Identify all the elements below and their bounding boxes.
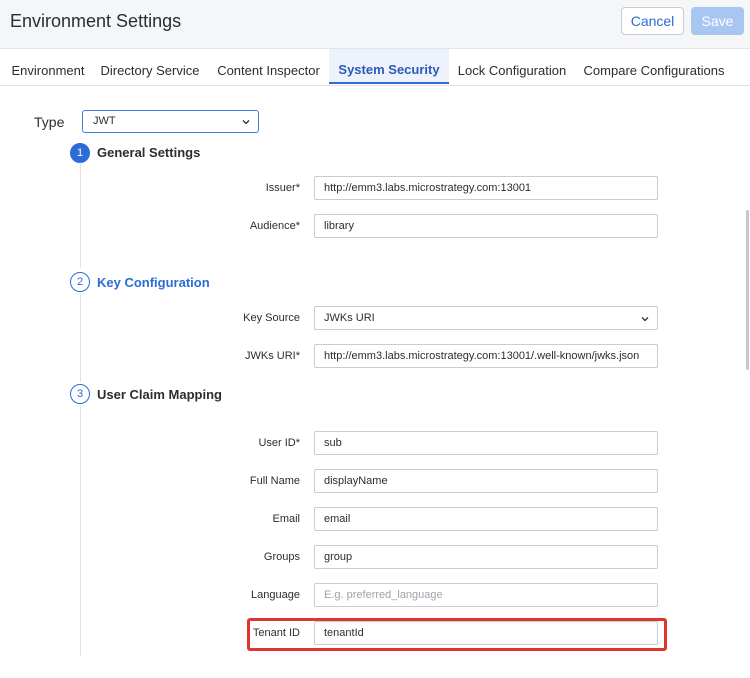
audience-label: Audience* (249, 220, 300, 232)
tab-directory-service[interactable]: Directory Service (92, 49, 208, 84)
tab-bar: Environment Directory Service Content In… (0, 49, 750, 86)
tab-environment[interactable]: Environment (4, 49, 92, 84)
audience-input[interactable]: library (314, 214, 658, 238)
full-name-input[interactable]: displayName (314, 469, 658, 493)
save-button[interactable]: Save (691, 7, 744, 35)
scrollbar-thumb[interactable] (746, 210, 749, 370)
jwks-uri-value: http://emm3.labs.microstrategy.com:13001… (324, 350, 640, 362)
email-label: Email (272, 513, 300, 525)
groups-label: Groups (263, 551, 300, 563)
tab-content-inspector[interactable]: Content Inspector (208, 49, 329, 84)
full-name-value: displayName (324, 475, 388, 487)
groups-value: group (324, 551, 353, 563)
email-value: email (324, 513, 351, 525)
tab-lock-configuration[interactable]: Lock Configuration (449, 49, 575, 84)
step-title-key-configuration: Key Configuration (97, 275, 210, 290)
user-id-label: User ID* (258, 437, 300, 449)
issuer-value: http://emm3.labs.microstrategy.com:13001 (324, 182, 532, 194)
tab-system-security[interactable]: System Security (329, 49, 449, 84)
language-input[interactable]: E.g. preferred_language (314, 583, 658, 607)
groups-input[interactable]: group (314, 545, 658, 569)
key-source-select[interactable]: JWKs URI (314, 306, 658, 330)
highlight-annotation (247, 618, 667, 651)
type-select[interactable]: JWT (82, 110, 259, 133)
step-number-3: 3 (70, 384, 90, 404)
language-placeholder: E.g. preferred_language (324, 589, 443, 601)
user-id-input[interactable]: sub (314, 431, 658, 455)
step-connector-line (80, 406, 81, 656)
step-title-general-settings: General Settings (97, 145, 201, 160)
language-label: Language (251, 589, 300, 601)
jwks-uri-input[interactable]: http://emm3.labs.microstrategy.com:13001… (314, 344, 658, 368)
page-header: Environment Settings Cancel Save (0, 0, 750, 49)
chevron-down-icon (242, 120, 250, 125)
issuer-input[interactable]: http://emm3.labs.microstrategy.com:13001 (314, 176, 658, 200)
email-input[interactable]: email (314, 507, 658, 531)
step-connector-line (80, 164, 81, 268)
issuer-label: Issuer* (265, 182, 300, 194)
cancel-button[interactable]: Cancel (621, 7, 684, 35)
key-source-value: JWKs URI (324, 312, 375, 324)
audience-value: library (324, 220, 354, 232)
step-connector-line (80, 294, 81, 382)
step-number-1: 1 (70, 143, 90, 163)
step-title-user-claim-mapping: User Claim Mapping (97, 387, 222, 402)
user-id-value: sub (324, 437, 342, 449)
type-label: Type (34, 114, 65, 130)
chevron-down-icon (641, 317, 649, 322)
jwks-uri-label: JWKs URI* (245, 350, 300, 362)
full-name-label: Full Name (249, 475, 300, 487)
key-source-label: Key Source (243, 312, 300, 324)
type-select-value: JWT (93, 115, 116, 127)
tab-compare-configurations[interactable]: Compare Configurations (575, 49, 733, 84)
page-title: Environment Settings (10, 11, 182, 31)
step-number-2: 2 (70, 272, 90, 292)
